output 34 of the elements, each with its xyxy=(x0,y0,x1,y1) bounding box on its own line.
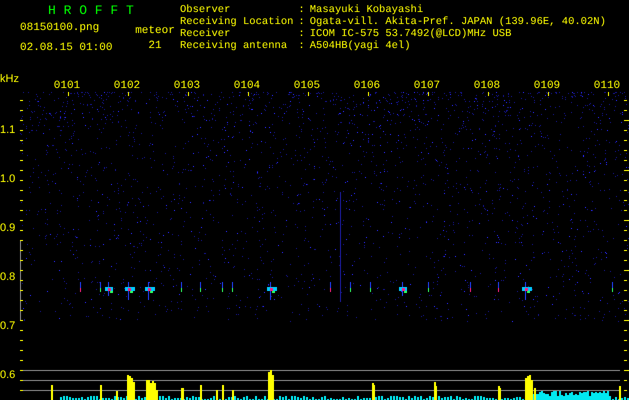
info-label: Observer xyxy=(180,4,232,16)
frequency-label: 0.9 xyxy=(0,222,16,234)
info-separator: : xyxy=(298,16,305,28)
info-value: Masayuki Kobayashi xyxy=(310,4,424,16)
meteor-count: 21 xyxy=(148,40,162,53)
date-time: 02.08.15 01:00 xyxy=(20,42,112,55)
time-label: 0101 xyxy=(54,80,80,92)
frequency-label: 0.6 xyxy=(0,369,16,382)
time-label: 0109 xyxy=(534,80,560,92)
time-label: 0103 xyxy=(174,80,200,92)
info-separator: : xyxy=(298,4,305,16)
time-label: 0105 xyxy=(294,80,320,92)
time-label: 0102 xyxy=(114,80,140,92)
info-value: A504HB(yagi 4el) xyxy=(310,40,412,52)
time-label: 0110 xyxy=(594,80,620,92)
info-value: ICOM IC-575 53.7492(@LCD)MHz USB xyxy=(310,28,512,40)
time-label: 0106 xyxy=(354,80,380,92)
axis-unit: kHz xyxy=(0,72,19,87)
info-label: Receiving Location xyxy=(180,16,294,28)
info-label: Receiving antenna xyxy=(180,40,288,52)
time-label: 0104 xyxy=(234,80,260,92)
app-title: H R O F F T xyxy=(48,4,134,18)
meteor-label: meteor xyxy=(135,25,175,38)
file-name: 08150100.png xyxy=(20,22,100,35)
frequency-label: 0.7 xyxy=(0,320,16,332)
frequency-label: 1.0 xyxy=(0,172,16,185)
info-separator: : xyxy=(298,40,305,52)
time-label: 0107 xyxy=(414,80,440,92)
time-label: 0108 xyxy=(474,80,500,92)
frequency-label: 1.1 xyxy=(0,124,16,136)
info-separator: : xyxy=(298,28,305,40)
frequency-label: 0.8 xyxy=(0,271,16,284)
info-label: Receiver xyxy=(180,28,232,40)
info-value: Ogata-vill. Akita-Pref. JAPAN (139.96E, 40.02N) xyxy=(310,16,606,28)
